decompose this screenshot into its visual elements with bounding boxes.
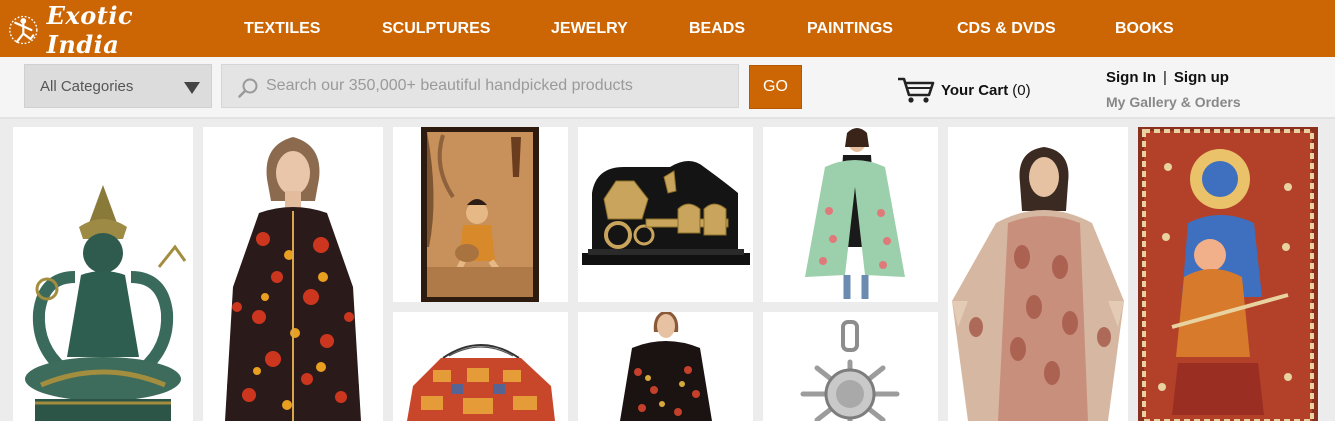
nav-cds-dvds[interactable]: CDS & DVDS (957, 20, 1056, 38)
cart-link[interactable]: Your Cart (0) (896, 75, 1031, 105)
patchwork-bedspread-image (393, 312, 568, 421)
pashmina-shawl-image (948, 127, 1128, 421)
green-stole-image (763, 127, 938, 302)
search-icon (238, 78, 258, 98)
product-tile-embroidered-jacket[interactable] (203, 127, 383, 421)
nav-sculptures[interactable]: SCULPTURES (382, 20, 490, 38)
shopping-cart-icon (898, 77, 935, 103)
sign-in-link[interactable]: Sign In (1106, 69, 1156, 86)
brass-chariot-panel-image (578, 127, 753, 302)
product-tile-deity-statue[interactable] (13, 127, 193, 421)
product-tile-patchwork-bedspread[interactable] (393, 312, 568, 421)
product-tile-sun-pendant[interactable] (763, 312, 938, 421)
silver-sun-pendant-image (763, 312, 938, 421)
dropdown-arrow-icon (184, 82, 200, 94)
brand-name: Exotic India (46, 1, 134, 59)
embroidered-jacket-image (203, 127, 383, 421)
product-tile-green-stole[interactable] (763, 127, 938, 302)
sign-up-link[interactable]: Sign up (1174, 69, 1229, 86)
category-dropdown[interactable]: All Categories (24, 64, 212, 108)
top-navigation-bar: Exotic India TEXTILES SCULPTURES JEWELRY… (0, 0, 1335, 59)
dancing-shiva-logo-icon (9, 15, 38, 45)
product-tile-black-stole[interactable] (578, 312, 753, 421)
auth-separator: | (1163, 69, 1167, 86)
deity-statue-image (13, 127, 193, 421)
brand-logo[interactable]: Exotic India (8, 1, 198, 59)
category-selected-value: All Categories (40, 78, 134, 95)
nav-textiles[interactable]: TEXTILES (244, 20, 320, 38)
product-tile-pashmina-shawl[interactable] (948, 127, 1128, 421)
cart-count: (0) (1012, 81, 1031, 99)
search-box[interactable] (221, 64, 739, 108)
search-toolbar: All Categories GO Your Cart (0) Sign In |… (0, 57, 1335, 119)
kalamkari-painting-image (1138, 127, 1318, 421)
black-embroidered-stole-image (578, 312, 753, 421)
product-tile-kalamkari-painting[interactable] (1138, 127, 1318, 421)
nav-paintings[interactable]: PAINTINGS (807, 20, 893, 38)
my-gallery-orders-link[interactable]: My Gallery & Orders (1106, 94, 1241, 110)
nav-jewelry[interactable]: JEWELRY (551, 20, 628, 38)
product-tile-krishna-inlay-painting[interactable] (393, 127, 568, 302)
nav-beads[interactable]: BEADS (689, 20, 745, 38)
search-input[interactable] (266, 65, 726, 107)
cart-label: Your Cart (941, 81, 1009, 99)
account-links: Sign In | Sign up My Gallery & Orders (1106, 69, 1241, 110)
nav-books[interactable]: BOOKS (1115, 20, 1174, 38)
search-go-button[interactable]: GO (749, 65, 802, 109)
inlay-krishna-painting-image (393, 127, 568, 302)
product-tile-brass-chariot[interactable] (578, 127, 753, 302)
